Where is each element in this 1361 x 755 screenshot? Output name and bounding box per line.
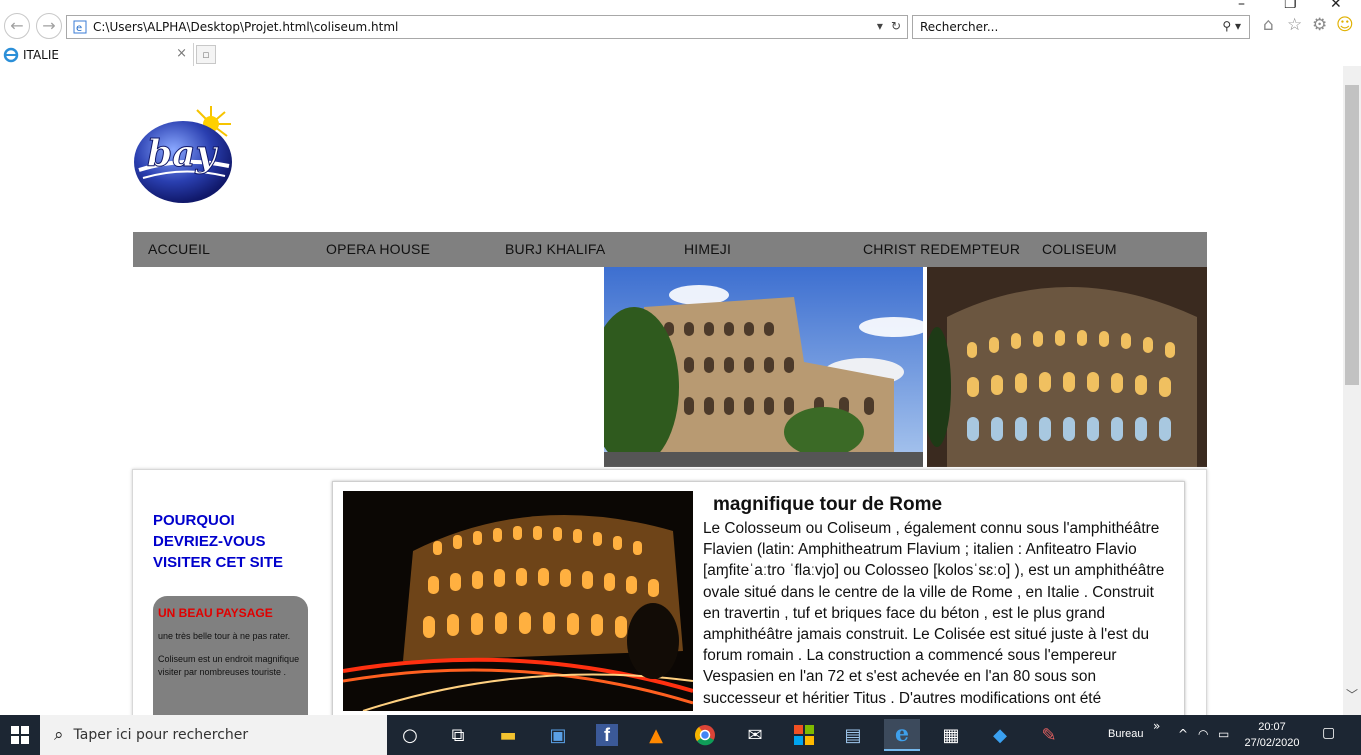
settings-gear-icon[interactable]: ⚙: [1312, 17, 1327, 34]
restore-icon[interactable]: ❐: [1284, 0, 1297, 12]
battery-icon[interactable]: ▭: [1218, 727, 1229, 741]
minimize-icon[interactable]: –: [1238, 0, 1245, 12]
colosseum-day-photo: [604, 267, 923, 467]
browser-chrome: ← → e C:\Users\ALPHA\Desktop\Projet.html…: [0, 0, 1361, 66]
menu-opera-house[interactable]: OPERA HOUSE: [326, 241, 430, 257]
menu-christ-redempteur[interactable]: CHRIST REDEMPTEUR: [863, 241, 1020, 257]
facebook-icon[interactable]: f: [591, 719, 623, 751]
ie-tab-icon: [3, 47, 19, 62]
menu-coliseum[interactable]: COLISEUM: [1042, 241, 1117, 257]
svg-text:bay: bay: [147, 133, 218, 175]
content-section: POURQUOI DEVRIEZ-VOUS VISITER CET SITE U…: [132, 469, 1207, 715]
wifi-icon[interactable]: ◠: [1198, 727, 1208, 741]
tab-close-icon[interactable]: ×: [176, 46, 187, 61]
paint-icon[interactable]: ✎: [1033, 719, 1065, 751]
taskbar-search-placeholder: Taper ici pour rechercher: [73, 727, 249, 743]
home-icon[interactable]: ⌂: [1263, 17, 1274, 34]
windows-logo-icon: [11, 726, 29, 744]
card-paragraph-1: une très belle tour à ne pas rater.: [158, 631, 291, 641]
toolbar-chevron-icon[interactable]: »: [1153, 719, 1160, 733]
side-card: UN BEAU PAYSAGE une très belle tour à ne…: [153, 596, 308, 715]
internet-explorer-icon[interactable]: e: [884, 719, 920, 751]
back-button[interactable]: ←: [4, 13, 30, 39]
file-explorer-icon[interactable]: ▬: [492, 719, 524, 751]
menu-accueil[interactable]: ACCUEIL: [148, 241, 210, 257]
sidebar-title: POURQUOI DEVRIEZ-VOUS VISITER CET SITE: [153, 512, 284, 571]
taskbar: ⌕ Taper ici pour rechercher ○ ⧉ ▬ ▣ f ▲ …: [0, 715, 1361, 755]
article-title: magnifique tour de Rome: [713, 494, 943, 515]
menu-burj-khalifa[interactable]: BURJ KHALIFA: [505, 241, 605, 257]
network-computer-icon[interactable]: ▤: [837, 719, 869, 751]
bay-logo: bay: [134, 106, 232, 203]
search-dropdown-icon[interactable]: ▾: [1235, 19, 1241, 33]
calculator-icon[interactable]: ▦: [935, 719, 967, 751]
svg-text:e: e: [76, 23, 82, 34]
refresh-icon[interactable]: ↻: [891, 19, 901, 33]
arrow-left-icon: ←: [10, 16, 24, 35]
tray-toolbar-label[interactable]: Bureau: [1108, 728, 1143, 740]
browser-search-input[interactable]: Rechercher... ⚲ ▾: [912, 15, 1250, 39]
dropdown-arrow-icon[interactable]: ▾: [877, 19, 883, 33]
search-icon[interactable]: ⚲: [1222, 19, 1231, 33]
notifications-icon[interactable]: ▢: [1322, 725, 1335, 741]
clock-time: 20:07: [1258, 721, 1286, 733]
scroll-thumb[interactable]: [1345, 85, 1359, 385]
new-tab-button[interactable]: ▫: [196, 45, 216, 64]
address-bar[interactable]: e C:\Users\ALPHA\Desktop\Projet.html\col…: [66, 15, 908, 39]
article-box: magnifique tour de Rome Le Colosseum ou …: [332, 481, 1185, 715]
mail-icon[interactable]: ✉: [739, 719, 771, 751]
tray-expand-icon[interactable]: ^: [1178, 727, 1188, 741]
new-tab-icon: ▫: [202, 48, 210, 61]
card-paragraph-2: Coliseum est un endroit magnifique visit…: [158, 654, 300, 677]
search-icon: ⌕: [54, 725, 64, 745]
tab-italie[interactable]: ITALIE ×: [0, 43, 194, 66]
vscode-icon[interactable]: ◆: [984, 719, 1016, 751]
page-viewport: bay ACCUEIL OPERA HOUSE BURJ KHALIFA HIM…: [0, 66, 1343, 715]
colosseum-night-photo: [343, 491, 693, 711]
article-text: Le Colosseum ou Coliseum , également con…: [703, 520, 1165, 707]
scroll-down-icon[interactable]: ﹀: [1346, 686, 1358, 703]
taskbar-search-input[interactable]: ⌕ Taper ici pour rechercher: [40, 715, 387, 755]
cortana-icon[interactable]: ○: [394, 719, 426, 751]
tab-title: ITALIE: [23, 47, 59, 62]
favorites-star-icon[interactable]: ☆: [1287, 17, 1302, 34]
address-url: C:\Users\ALPHA\Desktop\Projet.html\colis…: [93, 20, 399, 34]
clock-date: 27/02/2020: [1244, 737, 1300, 749]
arrow-right-icon: →: [42, 16, 56, 35]
card-title: UN BEAU PAYSAGE: [158, 606, 273, 620]
search-placeholder: Rechercher...: [920, 20, 999, 34]
clock[interactable]: 20:07 27/02/2020: [1240, 719, 1304, 751]
colosseum-lit-photo: [927, 267, 1207, 467]
main-menu: ACCUEIL OPERA HOUSE BURJ KHALIFA HIMEJI …: [133, 232, 1207, 267]
menu-himeji[interactable]: HIMEJI: [684, 241, 731, 257]
chrome-icon[interactable]: [689, 719, 721, 751]
vertical-scrollbar[interactable]: ︿ ﹀: [1343, 66, 1361, 715]
window-app-icon[interactable]: ▣: [542, 719, 574, 751]
vlc-icon[interactable]: ▲: [640, 719, 672, 751]
smiley-feedback-icon[interactable]: ☺: [1336, 17, 1354, 34]
task-view-icon[interactable]: ⧉: [442, 719, 474, 751]
store-icon[interactable]: [788, 719, 820, 751]
close-window-icon[interactable]: ✕: [1330, 0, 1342, 12]
start-button[interactable]: [0, 715, 40, 755]
page-icon: e: [73, 20, 87, 34]
forward-button[interactable]: →: [36, 13, 62, 39]
tab-strip: ITALIE × ▫: [0, 43, 1361, 66]
